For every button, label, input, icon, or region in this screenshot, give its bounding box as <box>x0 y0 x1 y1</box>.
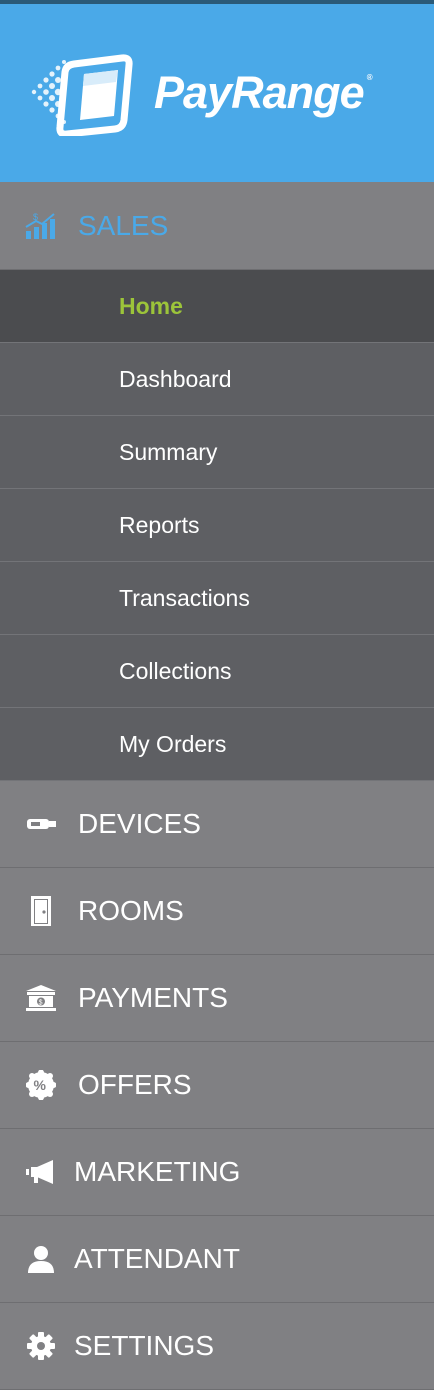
door-icon <box>24 894 58 928</box>
submenu-item-reports[interactable]: Reports <box>0 489 434 562</box>
device-icon <box>24 807 58 841</box>
brand-name: PayRange ® <box>154 67 373 118</box>
payrange-card-icon <box>31 54 133 136</box>
nav-item-label: ATTENDANT <box>74 1243 240 1274</box>
submenu-item-transactions[interactable]: Transactions <box>0 562 434 635</box>
sales-submenu: Home Dashboard Summary Reports Transacti… <box>0 270 434 781</box>
payrange-logo[interactable]: PayRange ® <box>26 50 373 136</box>
svg-text:%: % <box>34 1077 47 1093</box>
nav-item-label: PAYMENTS <box>78 982 228 1013</box>
chart-dollar-icon: $ <box>24 209 58 243</box>
nav-item-label: MARKETING <box>74 1156 241 1187</box>
nav-item-attendant[interactable]: ATTENDANT <box>0 1216 434 1303</box>
nav-item-label: SETTINGS <box>74 1330 215 1361</box>
submenu-item-dashboard[interactable]: Dashboard <box>0 343 434 416</box>
nav-item-rooms[interactable]: ROOMS <box>0 868 434 955</box>
submenu-item-home[interactable]: Home <box>0 270 434 343</box>
submenu-item-summary[interactable]: Summary <box>0 416 434 489</box>
nav-item-label: ROOMS <box>78 895 184 926</box>
submenu-item-my-orders[interactable]: My Orders <box>0 708 434 781</box>
submenu-item-collections[interactable]: Collections <box>0 635 434 708</box>
nav-item-label: DEVICES <box>78 808 201 839</box>
brand-header: PayRange ® <box>0 4 434 182</box>
nav-item-marketing[interactable]: MARKETING <box>0 1129 434 1216</box>
nav-item-devices[interactable]: DEVICES <box>0 781 434 868</box>
percent-badge-icon: % <box>24 1068 58 1102</box>
nav-item-settings[interactable]: SETTINGS <box>0 1303 434 1390</box>
nav-item-label: OFFERS <box>78 1069 192 1100</box>
nav-item-offers[interactable]: % OFFERS <box>0 1042 434 1129</box>
svg-text:$: $ <box>39 1000 43 1007</box>
nav-section-sales[interactable]: $ SALES <box>0 182 434 270</box>
gear-icon <box>24 1329 58 1363</box>
trademark: ® <box>366 73 373 82</box>
bank-icon: $ <box>24 981 58 1015</box>
user-icon <box>24 1242 58 1276</box>
nav-item-payments[interactable]: $ PAYMENTS <box>0 955 434 1042</box>
nav-section-label: SALES <box>78 209 169 241</box>
svg-text:$: $ <box>33 212 38 222</box>
megaphone-icon <box>24 1155 58 1189</box>
